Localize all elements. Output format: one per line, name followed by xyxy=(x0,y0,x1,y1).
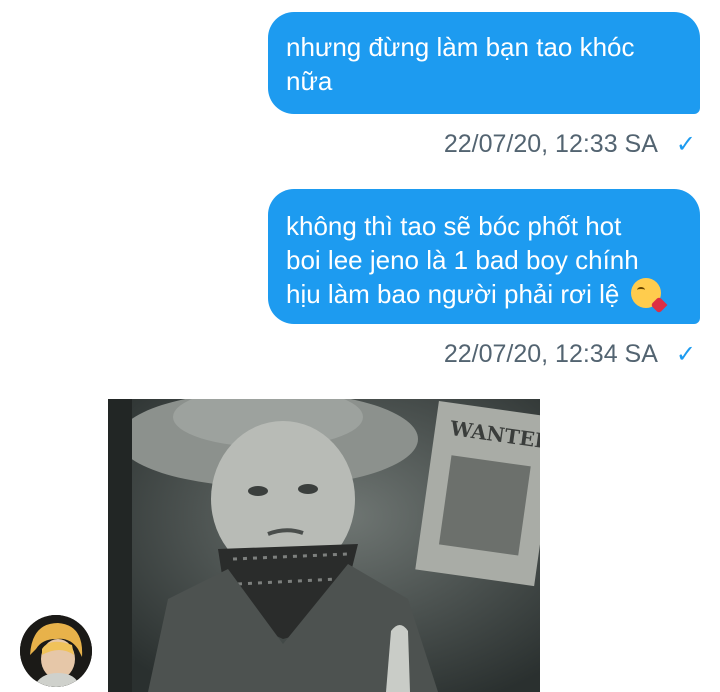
message-text: hịu làm bao người phải rơi lệ xyxy=(286,279,620,309)
sent-message-bubble[interactable]: nhưng đừng làm bạn tao khóc nữa xyxy=(268,12,700,114)
message-text-line: boi lee jeno là 1 bad boy chính xyxy=(286,245,639,275)
message-text-line: không thì tao sẽ bóc phốt hot xyxy=(286,211,622,241)
message-text-line: nữa xyxy=(286,66,333,96)
message-meta: 22/07/20, 12:34 SA ✓ xyxy=(444,339,696,370)
face-blowing-kiss-emoji xyxy=(630,278,661,308)
photo-image: WANTED xyxy=(108,399,540,692)
check-icon: ✓ xyxy=(675,341,696,368)
message-text-line: hịu làm bao người phải rơi lệ xyxy=(286,277,678,311)
received-photo-message[interactable]: WANTED xyxy=(108,399,540,692)
message-text-line: nhưng đừng làm bạn tao khóc xyxy=(286,32,635,62)
message-timestamp: 22/07/20, 12:34 SA xyxy=(443,340,658,368)
message-meta: 22/07/20, 12:33 SA ✓ xyxy=(444,129,696,160)
check-icon: ✓ xyxy=(675,131,696,158)
avatar-image xyxy=(20,615,92,687)
message-timestamp: 22/07/20, 12:33 SA xyxy=(443,130,658,158)
avatar[interactable] xyxy=(20,615,92,687)
sent-message-bubble[interactable]: không thì tao sẽ bóc phốt hot boi lee je… xyxy=(268,189,700,324)
